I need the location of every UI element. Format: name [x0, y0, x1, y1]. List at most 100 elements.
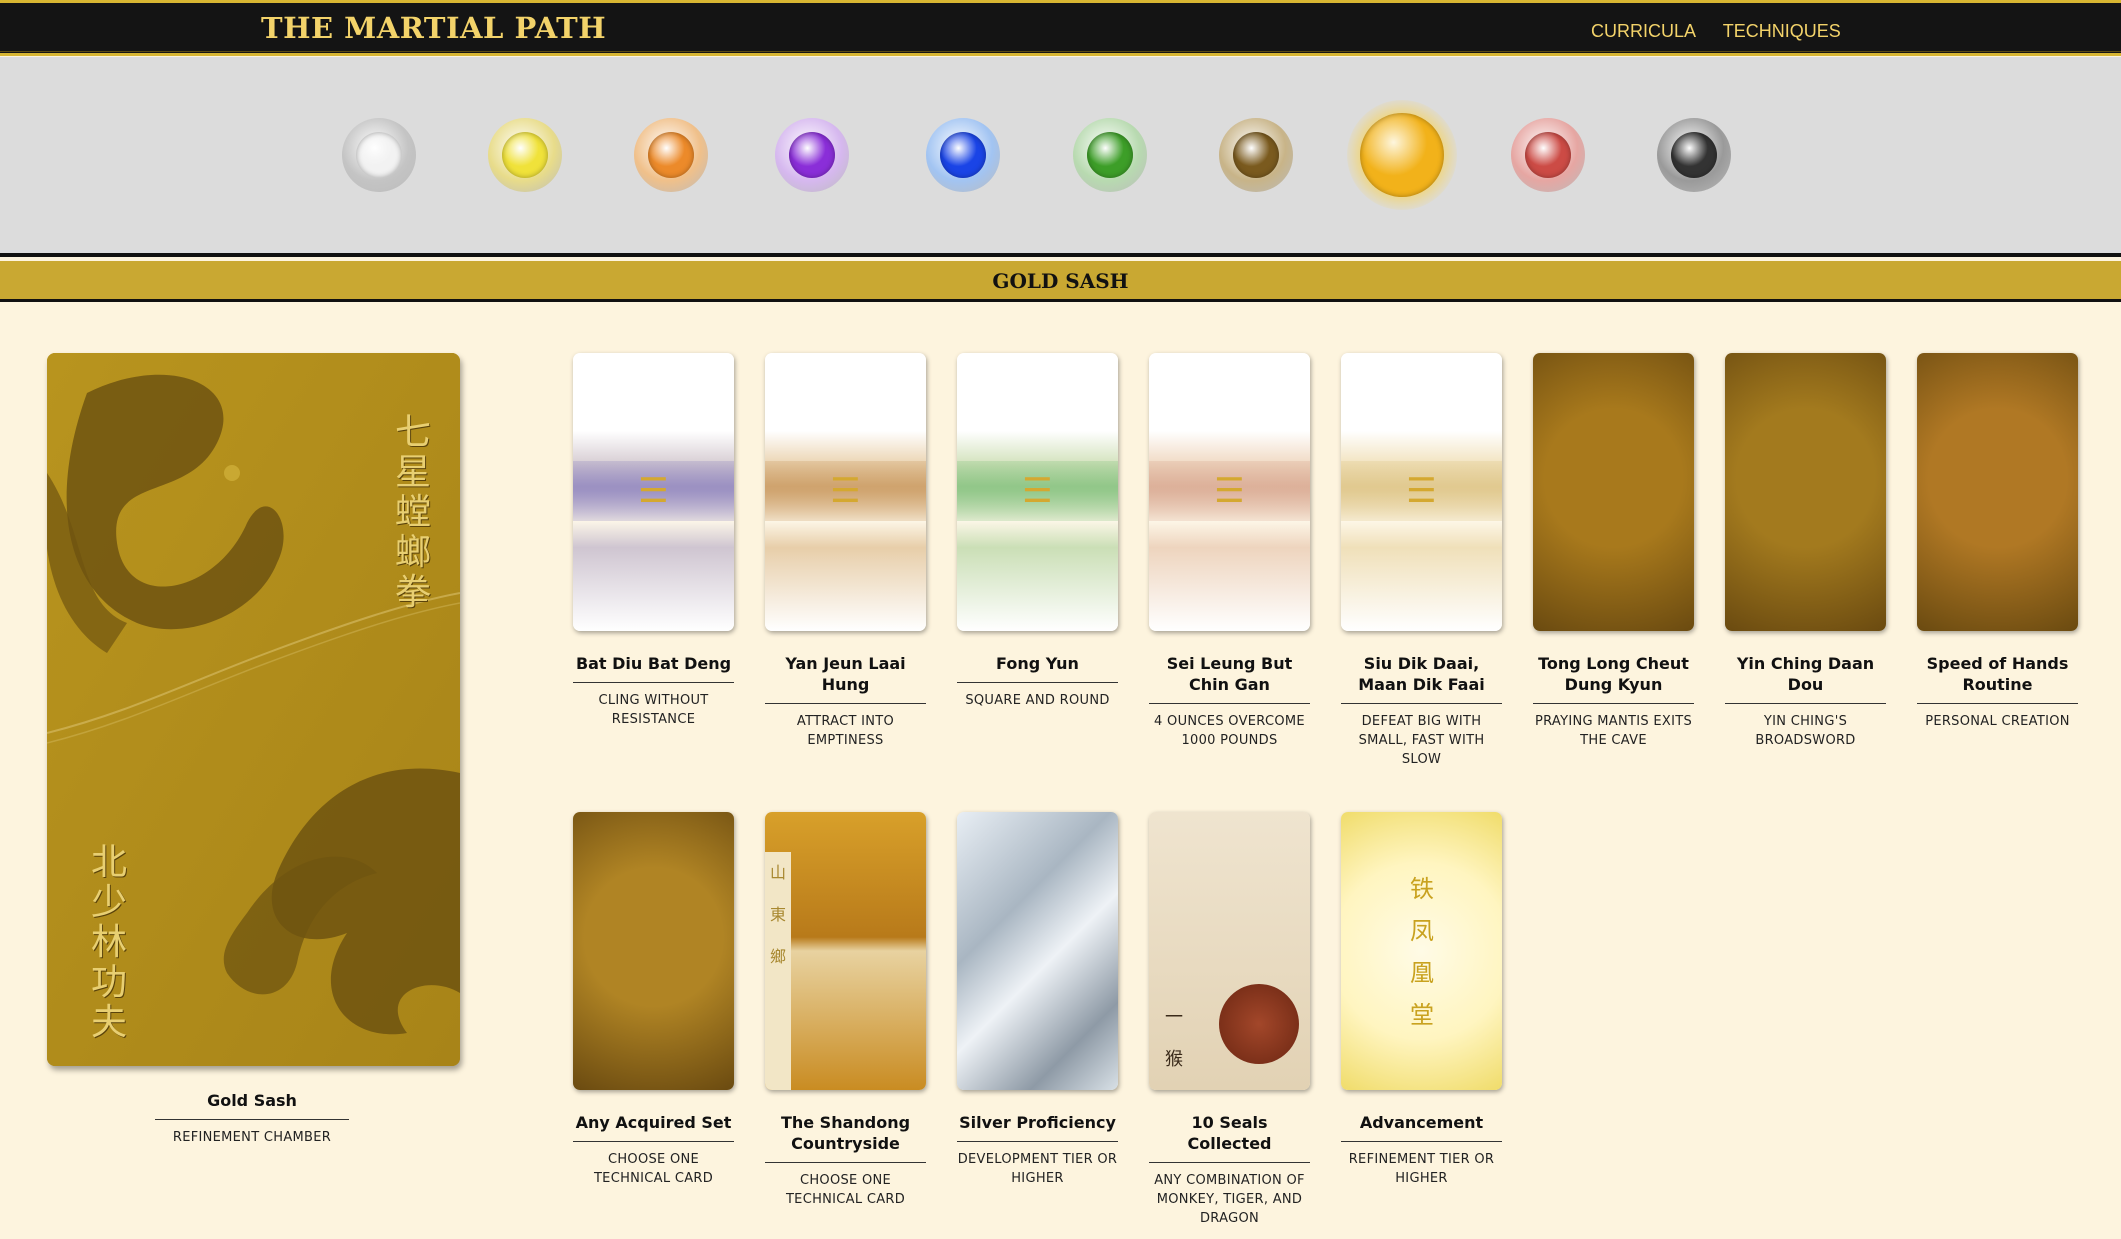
belt-orb-core	[1671, 132, 1717, 178]
divider	[0, 253, 2121, 257]
technique-card[interactable]	[1725, 353, 1886, 631]
card-title: The Shandong Countryside	[765, 1112, 926, 1163]
card-subtitle: PERSONAL CREATION	[1925, 714, 2070, 729]
wax-seal-icon	[1219, 984, 1299, 1064]
card-chinese-text: 山東鄉	[765, 852, 791, 1090]
card-subtitle: CHOOSE ONE TECHNICAL CARD	[785, 1173, 906, 1207]
card-subtitle: DEVELOPMENT TIER OR HIGHER	[957, 1152, 1118, 1186]
belt-orb-core	[356, 132, 402, 178]
top-navigation-bar: THE MARTIAL PATH CURRICULA TECHNIQUES	[0, 0, 2121, 56]
technique-caption: Fong Yun SQUARE AND ROUND	[957, 653, 1118, 710]
card-title: Yin Ching Daan Dou	[1725, 653, 1886, 704]
black-belt-orb[interactable]	[1657, 118, 1731, 192]
red-belt-orb[interactable]	[1511, 118, 1585, 192]
belt-orb-core	[1525, 132, 1571, 178]
card-subtitle: SQUARE AND ROUND	[965, 693, 1110, 708]
nav-links: CURRICULA TECHNIQUES	[1591, 21, 1863, 42]
technique-caption: Yan Jeun Laai Hung ATTRACT INTO EMPTINESS	[765, 653, 926, 750]
technique-card[interactable]: ☰	[573, 353, 734, 631]
technique-caption: Yin Ching Daan Dou YIN CHING'S BROADSWORD	[1725, 653, 1886, 750]
belt-orb-core	[1360, 113, 1444, 197]
gold-sash-card[interactable]: 七星螳螂拳 北少林功夫	[47, 353, 460, 1066]
site-brand[interactable]: THE MARTIAL PATH	[261, 11, 606, 45]
blue-belt-orb[interactable]	[926, 118, 1000, 192]
belt-selector	[0, 57, 2121, 257]
card-chinese-text: 铁凤凰堂	[1410, 875, 1434, 1029]
trigram-icon: ☰	[638, 471, 669, 511]
nav-link-techniques[interactable]: TECHNIQUES	[1723, 21, 1841, 41]
belt-orb-core	[502, 132, 548, 178]
card-title: Any Acquired Set	[573, 1112, 734, 1142]
card-subtitle: PRAYING MANTIS EXITS THE CAVE	[1534, 714, 1693, 748]
brown-belt-orb[interactable]	[1219, 118, 1293, 192]
technique-card[interactable]	[957, 812, 1118, 1090]
nav-link-curricula[interactable]: CURRICULA	[1591, 21, 1696, 41]
gold-sash-caption: Gold Sash REFINEMENT CHAMBER	[155, 1090, 349, 1147]
technique-card[interactable]	[573, 812, 734, 1090]
card-title: Sei Leung But Chin Gan	[1149, 653, 1310, 704]
card-title: Tong Long Cheut Dung Kyun	[1533, 653, 1694, 704]
technique-card[interactable]: ☰	[1149, 353, 1310, 631]
card-trigram-band: ☰	[573, 461, 734, 521]
card-subtitle: ANY COMBINATION OF MONKEY, TIGER, AND DR…	[1154, 1173, 1305, 1226]
technique-caption: Any Acquired Set CHOOSE ONE TECHNICAL CAR…	[573, 1112, 734, 1188]
purple-belt-orb[interactable]	[775, 118, 849, 192]
trigram-icon: ☰	[1022, 471, 1053, 511]
green-belt-orb[interactable]	[1073, 118, 1147, 192]
card-subtitle: DEFEAT BIG WITH SMALL, FAST WITH SLOW	[1358, 714, 1485, 767]
technique-card[interactable]: 铁凤凰堂	[1341, 812, 1502, 1090]
card-title: Fong Yun	[957, 653, 1118, 683]
technique-card[interactable]	[1533, 353, 1694, 631]
technique-card[interactable]: 一猴	[1149, 812, 1310, 1090]
orange-belt-orb[interactable]	[634, 118, 708, 192]
card-title: Siu Dik Daai, Maan Dik Faai	[1341, 653, 1502, 704]
belt-orb-core	[648, 132, 694, 178]
technique-caption: Advancement REFINEMENT TIER OR HIGHER	[1341, 1112, 1502, 1188]
card-trigram-band: ☰	[1149, 461, 1310, 521]
technique-caption: 10 Seals Collected ANY COMBINATION OF MON…	[1149, 1112, 1310, 1228]
card-subtitle: YIN CHING'S BROADSWORD	[1755, 714, 1856, 748]
card-title: Gold Sash	[155, 1090, 349, 1120]
belt-orb-core	[789, 132, 835, 178]
card-subtitle: ATTRACT INTO EMPTINESS	[796, 714, 895, 748]
card-title: Speed of Hands Routine	[1917, 653, 2078, 704]
technique-card[interactable]	[1917, 353, 2078, 631]
card-trigram-band: ☰	[957, 461, 1118, 521]
section-title: GOLD SASH	[992, 269, 1129, 293]
technique-caption: Siu Dik Daai, Maan Dik Faai DEFEAT BIG WI…	[1341, 653, 1502, 769]
technique-caption: Bat Diu Bat Deng CLING WITHOUT RESISTANCE	[573, 653, 734, 729]
vertical-chinese-text-right: 七星螳螂拳	[394, 412, 431, 613]
trigram-icon: ☰	[1406, 471, 1437, 511]
gold-belt-orb[interactable]	[1347, 100, 1457, 210]
card-title: 10 Seals Collected	[1149, 1112, 1310, 1163]
section-header: GOLD SASH	[0, 261, 2121, 302]
card-title: Bat Diu Bat Deng	[573, 653, 734, 683]
card-subtitle: REFINEMENT TIER OR HIGHER	[1348, 1152, 1495, 1186]
card-trigram-band: ☰	[765, 461, 926, 521]
card-title: Yan Jeun Laai Hung	[765, 653, 926, 704]
card-title: Advancement	[1341, 1112, 1502, 1142]
card-subtitle: CHOOSE ONE TECHNICAL CARD	[593, 1152, 714, 1186]
card-subtitle: CLING WITHOUT RESISTANCE	[598, 693, 709, 727]
white-belt-orb[interactable]	[342, 118, 416, 192]
technique-card[interactable]: ☰	[957, 353, 1118, 631]
belt-orb-core	[1233, 132, 1279, 178]
vertical-chinese-text-left: 北少林功夫	[90, 842, 127, 1043]
technique-card[interactable]: ☰	[1341, 353, 1502, 631]
belt-orb-core	[1087, 132, 1133, 178]
card-title: Silver Proficiency	[957, 1112, 1118, 1142]
technique-caption: Speed of Hands Routine PERSONAL CREATION	[1917, 653, 2078, 731]
card-subtitle: 4 OUNCES OVERCOME 1000 POUNDS	[1154, 714, 1305, 748]
technique-caption: Silver Proficiency DEVELOPMENT TIER OR HI…	[957, 1112, 1118, 1188]
technique-card[interactable]: ☰	[765, 353, 926, 631]
card-trigram-band: ☰	[1341, 461, 1502, 521]
technique-caption: Tong Long Cheut Dung Kyun PRAYING MANTIS …	[1533, 653, 1694, 750]
technique-caption: The Shandong Countryside CHOOSE ONE TECHN…	[765, 1112, 926, 1209]
technique-card[interactable]: 山東鄉	[765, 812, 926, 1090]
card-subtitle: REFINEMENT CHAMBER	[172, 1130, 332, 1145]
yellow-belt-orb[interactable]	[488, 118, 562, 192]
trigram-icon: ☰	[1214, 471, 1245, 511]
technique-caption: Sei Leung But Chin Gan 4 OUNCES OVERCOME …	[1149, 653, 1310, 750]
card-chinese-text: 一猴	[1165, 1007, 1183, 1070]
belt-orb-core	[940, 132, 986, 178]
